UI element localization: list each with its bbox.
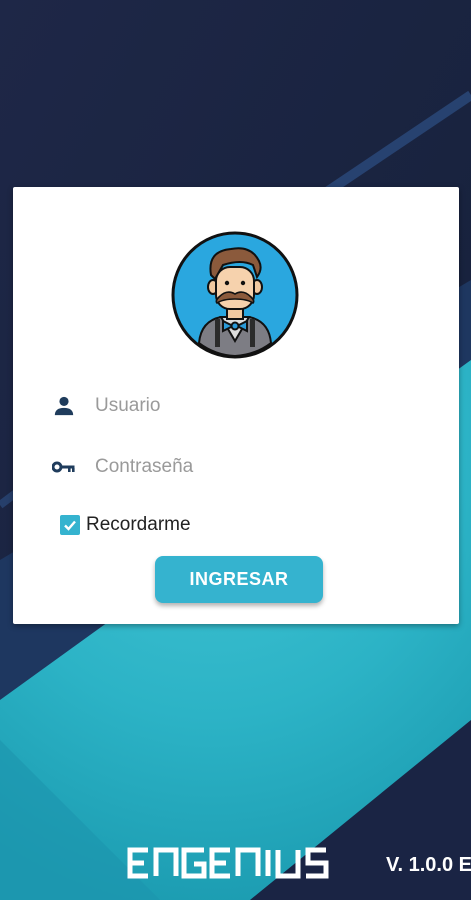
key-icon [51, 454, 77, 480]
remember-me-label: Recordarme [86, 514, 191, 535]
remember-me-checkbox[interactable]: Recordarme [60, 514, 191, 536]
avatar [171, 231, 299, 359]
person-icon [51, 393, 77, 419]
username-field[interactable] [51, 386, 421, 426]
login-card: Recordarme INGRESAR [13, 187, 459, 624]
password-field[interactable] [51, 447, 421, 487]
brand-logo [127, 847, 329, 879]
check-icon[interactable] [60, 515, 80, 535]
app-version: V. 1.0.0 E [386, 854, 471, 876]
password-input[interactable] [95, 456, 395, 478]
login-button[interactable]: INGRESAR [155, 556, 323, 603]
username-input[interactable] [95, 395, 395, 417]
